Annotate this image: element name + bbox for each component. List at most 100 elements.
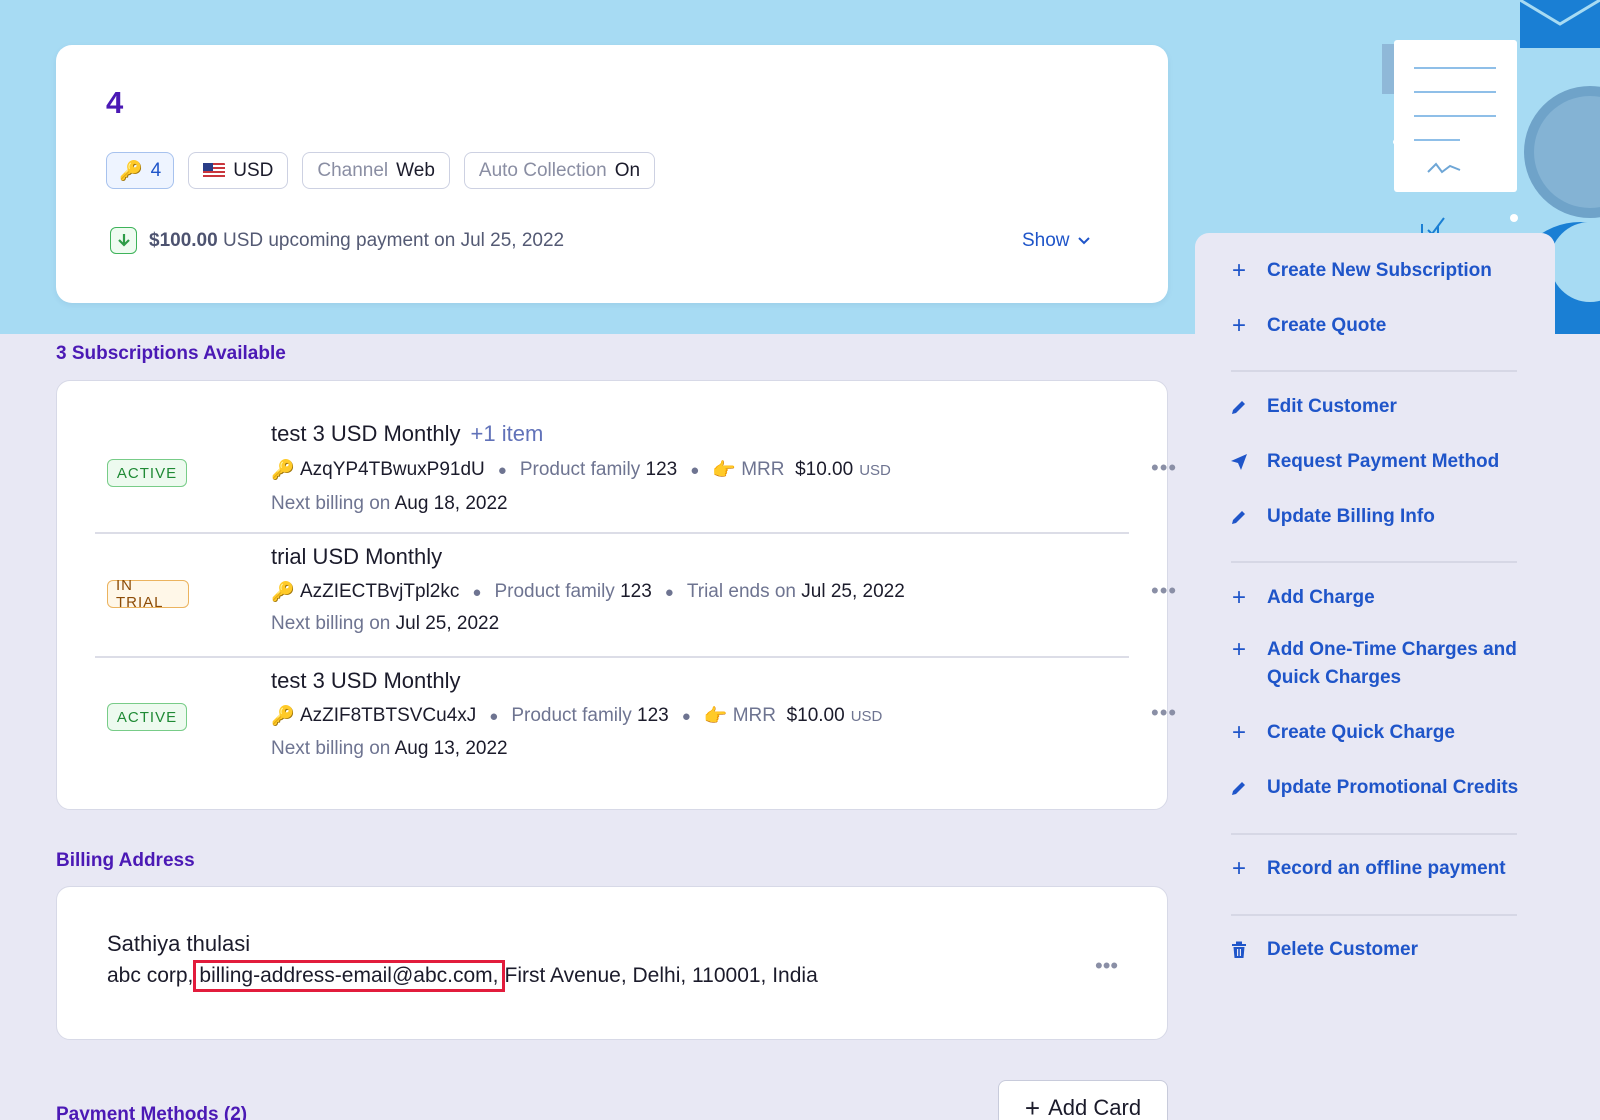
subscription-row[interactable]: ACTIVE test 3 USD Monthly 🔑 AzZIF8TBTSVC… [95,658,1129,808]
more-options-icon[interactable]: ••• [1095,953,1118,979]
actions-divider [1231,833,1517,835]
upcoming-text: USD upcoming payment on Jul 25, 2022 [223,230,564,251]
subscription-title: trial USD Monthly [271,544,442,570]
plus-icon: + [1229,312,1249,340]
channel-chip: Channel Web [302,152,450,189]
mrr-value: $10.00 [795,459,853,481]
request-payment-method-action[interactable]: Request Payment Method [1229,448,1529,476]
upcoming-amount: $100.00 [149,230,218,251]
action-label: Update Billing Info [1267,503,1435,531]
subscription-title: test 3 USD Monthly +1 item [271,421,543,447]
status-badge: ACTIVE [107,703,187,731]
add-card-button[interactable]: + Add Card [998,1080,1168,1120]
product-family-label: Product family [511,705,631,727]
customer-id: 4 [106,85,123,121]
actions-panel: + Create New Subscription + Create Quote… [1195,233,1555,1120]
edit-customer-action[interactable]: Edit Customer [1229,393,1529,421]
pencil-icon [1229,503,1249,531]
next-billing: Next billing on Aug 13, 2022 [271,738,508,760]
billing-address-card: Sathiya thulasi abc corp,billing-address… [56,886,1168,1040]
product-family-label: Product family [494,581,614,603]
subscription-meta: 🔑 AzqYP4TBwuxP91dU ● Product family 123 … [271,458,891,482]
mrr-currency: USD [859,462,891,479]
product-family-value: 123 [637,705,669,727]
subscriptions-section-title: 3 Subscriptions Available [56,343,286,365]
subscriptions-card: ACTIVE test 3 USD Monthly +1 item 🔑 AzqYP… [56,380,1168,810]
billing-name: Sathiya thulasi [107,931,250,957]
create-quick-charge-action[interactable]: + Create Quick Charge [1229,719,1529,747]
billing-address-rest: First Avenue, Delhi, 110001, India [505,964,818,987]
key-icon: 🔑 [271,704,295,728]
next-billing-date: Aug 13, 2022 [395,738,508,759]
actions-divider [1231,370,1517,372]
subscription-name[interactable]: trial USD Monthly [271,544,442,569]
add-charge-action[interactable]: + Add Charge [1229,584,1529,612]
next-billing: Next billing on Jul 25, 2022 [271,613,499,635]
next-billing: Next billing on Aug 18, 2022 [271,493,508,515]
send-icon [1229,448,1249,476]
plus-icon: + [1229,636,1249,664]
action-label: Record an offline payment [1267,855,1506,883]
plus-icon: + [1229,719,1249,747]
update-promotional-credits-action[interactable]: Update Promotional Credits [1229,774,1529,802]
auto-collection-value: On [615,160,640,182]
add-one-time-charges-action[interactable]: + Add One-Time Charges and Quick Charges [1229,636,1529,692]
more-options-icon[interactable]: ••• [1151,578,1177,604]
pointing-hand-icon: 👉 [704,704,728,728]
billing-email-highlight: billing-address-email@abc.com, [193,960,504,992]
actions-divider [1231,561,1517,563]
extra-items[interactable]: +1 item [471,421,544,446]
status-badge: IN TRIAL [107,580,189,608]
subscription-row[interactable]: ACTIVE test 3 USD Monthly +1 item 🔑 AzqYP… [95,381,1129,534]
channel-chip-label: Channel [317,160,388,182]
upcoming-payment: $100.00 USD upcoming payment on Jul 25, … [110,227,564,254]
product-family-label: Product family [520,459,640,481]
mrr-label: MRR [733,705,776,727]
us-flag-icon [203,163,225,178]
delete-customer-action[interactable]: Delete Customer [1229,936,1529,964]
billing-company: abc corp, [107,964,193,987]
billing-address-line: abc corp,billing-address-email@abc.com,F… [107,964,818,988]
action-label: Create New Subscription [1267,257,1492,285]
subscription-name[interactable]: test 3 USD Monthly [271,421,461,446]
auto-collection-chip: Auto Collection On [464,152,655,189]
currency-chip-value: USD [233,160,273,182]
product-family-value: 123 [646,459,678,481]
mrr-currency: USD [851,708,883,725]
show-label: Show [1022,230,1070,252]
show-button[interactable]: Show [1022,230,1090,252]
plus-icon: + [1229,584,1249,612]
subscription-id: AzZIF8TBTSVCu4xJ [300,705,476,727]
more-options-icon[interactable]: ••• [1151,700,1177,726]
download-arrow-icon [110,227,137,254]
pencil-icon [1229,393,1249,421]
subscription-row[interactable]: IN TRIAL trial USD Monthly 🔑 AzZIECTBvjT… [95,534,1129,658]
subscription-name[interactable]: test 3 USD Monthly [271,668,461,693]
create-new-subscription-action[interactable]: + Create New Subscription [1229,257,1529,285]
currency-chip: USD [188,152,288,189]
key-chip[interactable]: 🔑 4 [106,152,174,189]
status-badge: ACTIVE [107,459,187,487]
subscription-title: test 3 USD Monthly [271,668,461,694]
create-quote-action[interactable]: + Create Quote [1229,312,1529,340]
update-billing-info-action[interactable]: Update Billing Info [1229,503,1529,531]
product-family-value: 123 [620,581,652,603]
customer-chips: 🔑 4 USD Channel Web Auto Collection On [106,152,655,189]
chevron-down-icon [1078,237,1090,245]
action-label: Edit Customer [1267,393,1397,421]
subscription-meta: 🔑 AzZIF8TBTSVCu4xJ ● Product family 123 … [271,704,882,728]
record-offline-payment-action[interactable]: + Record an offline payment [1229,855,1529,883]
billing-address-section-title: Billing Address [56,850,195,872]
action-label: Create Quote [1267,312,1386,340]
trash-icon [1229,936,1249,964]
next-billing-label: Next billing on [271,493,390,514]
auto-collection-label: Auto Collection [479,160,607,182]
channel-chip-value: Web [396,160,435,182]
subscription-id: AzqYP4TBwuxP91dU [300,459,485,481]
key-icon: 🔑 [271,458,295,482]
next-billing-date: Aug 18, 2022 [395,493,508,514]
customer-summary-card: 4 🔑 4 USD Channel Web Auto Collection On… [56,45,1168,303]
more-options-icon[interactable]: ••• [1151,455,1177,481]
plus-icon: + [1229,855,1249,883]
mrr-label: MRR [741,459,784,481]
